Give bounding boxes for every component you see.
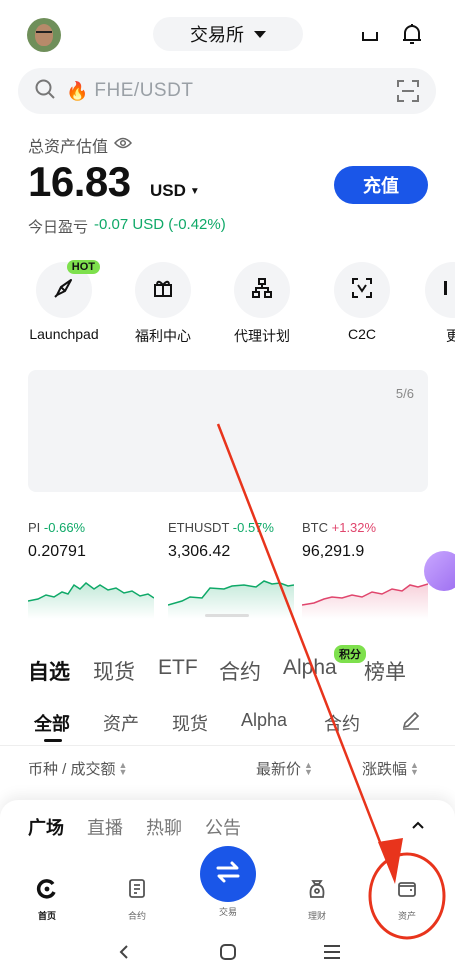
- scan-icon[interactable]: [396, 79, 420, 103]
- more-icon: [441, 276, 455, 305]
- tab-alpha[interactable]: Alpha: [283, 656, 337, 680]
- subtab-assets[interactable]: 资产: [103, 710, 139, 736]
- edit-icon[interactable]: [401, 710, 421, 735]
- total-assets-label: 总资产估值: [28, 133, 133, 157]
- subtab-all[interactable]: 全部: [34, 710, 70, 736]
- ticker-card[interactable]: BTC +1.32% 96,291.9: [302, 520, 430, 619]
- chevron-up-icon[interactable]: [410, 818, 426, 836]
- tab-spot[interactable]: 现货: [93, 656, 135, 686]
- ticker-card[interactable]: ETHUSDT -0.57% 3,306.42: [168, 520, 296, 619]
- banner-page-indicator: 5/6: [395, 386, 414, 401]
- column-last-price[interactable]: 最新价 ▲ ▼: [256, 758, 313, 779]
- status-bar: [0, 0, 455, 8]
- sort-icon: ▲ ▼: [118, 759, 128, 777]
- ticker-scroll-indicator: [205, 614, 249, 617]
- hot-badge: HOT: [66, 260, 100, 274]
- trade-swap-icon: [214, 860, 242, 889]
- tab-etf[interactable]: ETF: [158, 656, 198, 680]
- sort-icon: ▲ ▼: [304, 759, 313, 777]
- feed-tab-square[interactable]: 广场: [28, 814, 64, 840]
- org-chart-icon: [250, 276, 274, 305]
- sparkline: [302, 583, 428, 619]
- shortcut-c2c[interactable]: C2C: [322, 262, 402, 342]
- tab-favorites[interactable]: 自选: [28, 656, 70, 686]
- wallet-icon: [396, 878, 418, 905]
- sparkline: [28, 582, 154, 619]
- subtab-underline: [44, 739, 62, 742]
- exchange-label: 交易所: [190, 25, 244, 45]
- divider: [0, 745, 455, 746]
- deposit-button[interactable]: 充值: [334, 166, 428, 204]
- nav-trade-label: 交易: [218, 907, 237, 917]
- subtab-futures[interactable]: 合约: [324, 710, 360, 736]
- gift-icon: [151, 276, 175, 305]
- system-menu-button[interactable]: [320, 940, 344, 964]
- feed-tab-chat[interactable]: 热聊: [146, 814, 182, 840]
- tab-futures[interactable]: 合约: [219, 656, 261, 686]
- daily-pnl[interactable]: 今日盈亏 -0.07 USD (-0.42%): [28, 216, 226, 237]
- sparkline: [168, 580, 294, 619]
- c2c-icon: [350, 276, 374, 305]
- contract-icon: [126, 878, 148, 905]
- avatar[interactable]: [27, 18, 61, 52]
- bell-icon[interactable]: [398, 20, 426, 48]
- feed-tab-announcements[interactable]: 公告: [205, 814, 241, 840]
- trade-button[interactable]: [200, 846, 256, 902]
- rocket-icon: [52, 276, 76, 305]
- search-icon: [34, 78, 56, 105]
- sort-icon: ▲ ▼: [410, 759, 419, 777]
- shortcut-rewards[interactable]: 福利中心: [123, 262, 203, 346]
- exchange-switch[interactable]: 交易所: [153, 17, 303, 51]
- chevron-down-icon: [254, 30, 266, 38]
- home-icon: [36, 878, 58, 905]
- search-placeholder: FHE/USDT: [94, 80, 194, 101]
- currency-selector[interactable]: USD ▼: [150, 181, 200, 201]
- ticker-card[interactable]: PI -0.66% 0.20791: [28, 520, 156, 619]
- points-badge: 积分: [334, 645, 366, 663]
- promo-banner[interactable]: 5/6: [28, 370, 428, 492]
- column-pair[interactable]: 币种 / 成交额 ▲ ▼: [28, 758, 127, 779]
- shortcut-more[interactable]: 更: [413, 262, 455, 346]
- tab-rankings[interactable]: 榜单: [364, 656, 406, 686]
- eye-icon[interactable]: [114, 136, 133, 154]
- shortcut-launchpad[interactable]: HOT Launchpad: [24, 260, 104, 342]
- pnl-value: -0.07 USD (-0.42%): [94, 216, 226, 233]
- earn-icon: [306, 878, 328, 905]
- search-bar[interactable]: 🔥 FHE/USDT: [18, 68, 436, 114]
- inbox-icon[interactable]: [356, 20, 384, 48]
- shortcut-affiliate[interactable]: 代理计划: [222, 262, 302, 346]
- fire-icon: 🔥: [66, 80, 89, 101]
- subtab-alpha[interactable]: Alpha: [241, 710, 287, 731]
- nav-home[interactable]: 首页: [17, 878, 77, 922]
- nav-assets[interactable]: 资产: [377, 878, 437, 922]
- system-home-button[interactable]: [216, 940, 240, 964]
- total-assets-value: 16.83: [28, 158, 131, 205]
- subtab-spot[interactable]: 现货: [172, 710, 208, 736]
- column-change[interactable]: 涨跌幅 ▲ ▼: [362, 758, 419, 779]
- system-back-button[interactable]: [112, 940, 136, 964]
- caret-down-icon: ▼: [189, 185, 200, 197]
- nav-futures[interactable]: 合约: [107, 878, 167, 922]
- feed-tab-live[interactable]: 直播: [87, 814, 123, 840]
- nav-earn[interactable]: 理财: [287, 878, 347, 922]
